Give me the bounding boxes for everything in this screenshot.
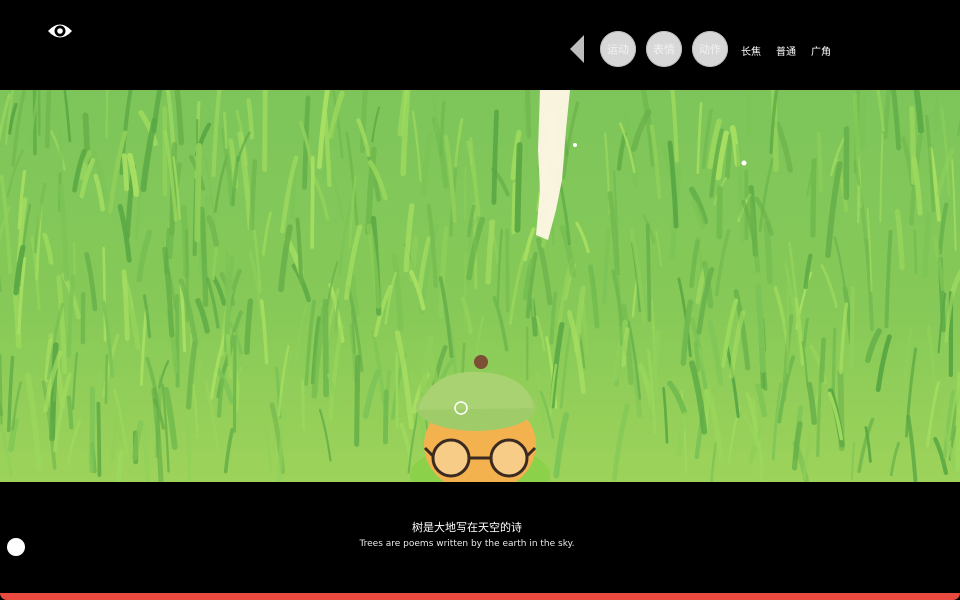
sparkle (573, 143, 577, 147)
subtitle-bar: 树是大地写在天空的诗 Trees are poems written by th… (0, 482, 960, 600)
top-toolbar: 运动 表情 动作 长焦 普通 广角 (0, 0, 960, 90)
grass-blade (32, 90, 37, 156)
motion-button[interactable]: 运动 (600, 31, 636, 67)
grass-blade (104, 353, 109, 405)
grass-blade (831, 327, 837, 401)
grass-blade (463, 252, 467, 327)
grass-blade (913, 229, 918, 275)
action-button[interactable]: 动作 (692, 31, 728, 67)
grass-blade (194, 142, 202, 243)
subtitle-chinese: 树是大地写在天空的诗 (412, 521, 522, 534)
grass-blade (115, 449, 125, 482)
grass-blade (514, 142, 523, 233)
grass-blade (645, 223, 652, 322)
grass-blade (45, 90, 52, 149)
grass-field (0, 90, 960, 482)
grass-blade (310, 155, 315, 249)
progress-bar (0, 593, 960, 600)
subtitle-english: Trees are poems written by the earth in … (359, 539, 575, 549)
grass-blade (72, 241, 76, 277)
back-arrow-icon[interactable] (568, 34, 586, 64)
eye-icon[interactable] (46, 20, 74, 42)
grass-blade (786, 276, 790, 374)
lens-wide[interactable]: 广角 (811, 43, 831, 58)
grass-blade (935, 90, 939, 135)
grass-blade (262, 90, 268, 173)
grass-blade (816, 131, 823, 192)
grass-blade (856, 185, 861, 224)
grass-blade (810, 158, 817, 238)
grass-blade (849, 286, 855, 370)
grass-blade (121, 153, 129, 192)
progress-fill (0, 593, 960, 600)
lens-telephoto[interactable]: 长焦 (741, 43, 761, 58)
grass-blade (354, 354, 361, 447)
grass-blade (0, 353, 3, 425)
grass-blade (66, 395, 74, 430)
grass-blade (859, 90, 867, 151)
grass-blade (491, 109, 500, 205)
expression-button[interactable]: 表情 (646, 31, 682, 67)
game-viewport[interactable] (0, 90, 960, 482)
grass-blade (300, 379, 306, 431)
grass-blade (102, 246, 107, 342)
grass-blade (382, 389, 389, 445)
sparkle (741, 160, 747, 166)
grass-blade (186, 410, 192, 482)
grass-blade (244, 298, 254, 355)
grass-blade (225, 334, 233, 380)
lens-normal[interactable]: 普通 (776, 43, 796, 58)
grass-blade (96, 401, 102, 477)
grass-blade (511, 181, 517, 235)
grass-blade (105, 90, 109, 139)
